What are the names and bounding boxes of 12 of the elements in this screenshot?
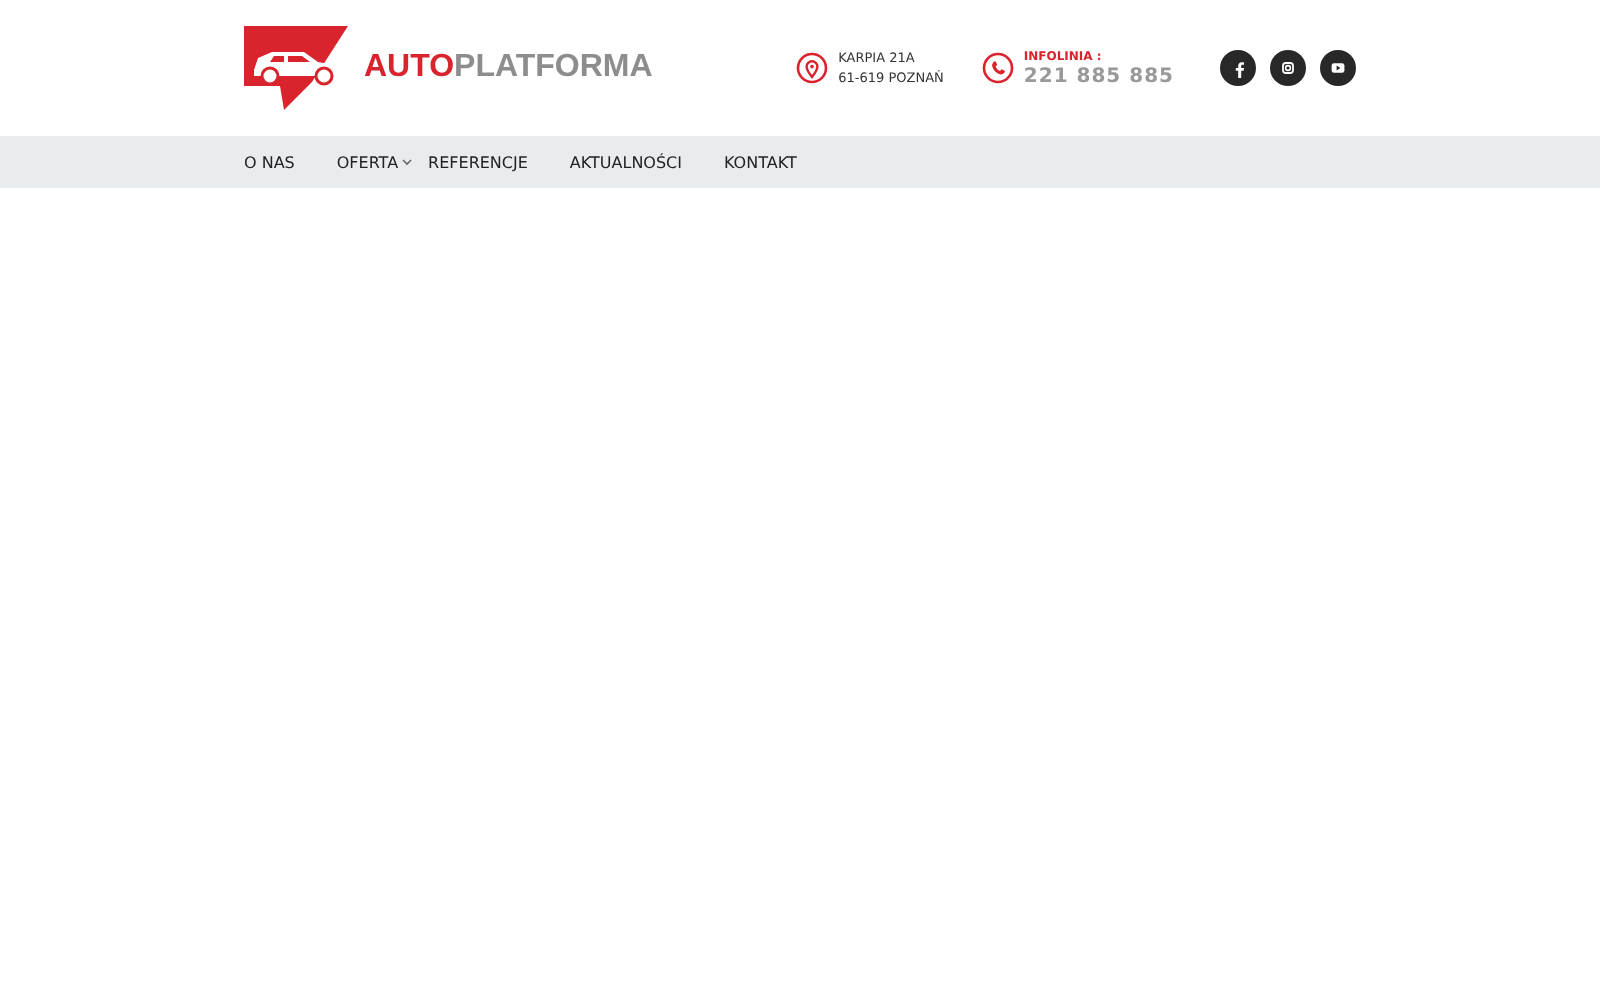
nav-link[interactable]: OFERTA: [336, 153, 413, 171]
nav-link[interactable]: REFERENCJE: [428, 153, 528, 171]
phone-icon: [981, 52, 1014, 84]
logo-text[interactable]: AUTOPLATFORMA: [364, 50, 653, 86]
youtube-icon[interactable]: [1320, 50, 1356, 86]
nav-link[interactable]: AKTUALNOŚCI: [569, 153, 682, 171]
location-pin-icon: [796, 52, 829, 84]
nav-link[interactable]: KONTAKT: [724, 153, 797, 171]
nav-link[interactable]: O NAS: [244, 153, 295, 171]
facebook-icon[interactable]: [1220, 50, 1256, 86]
logo-icon: [244, 26, 348, 110]
instagram-icon[interactable]: [1270, 50, 1306, 86]
